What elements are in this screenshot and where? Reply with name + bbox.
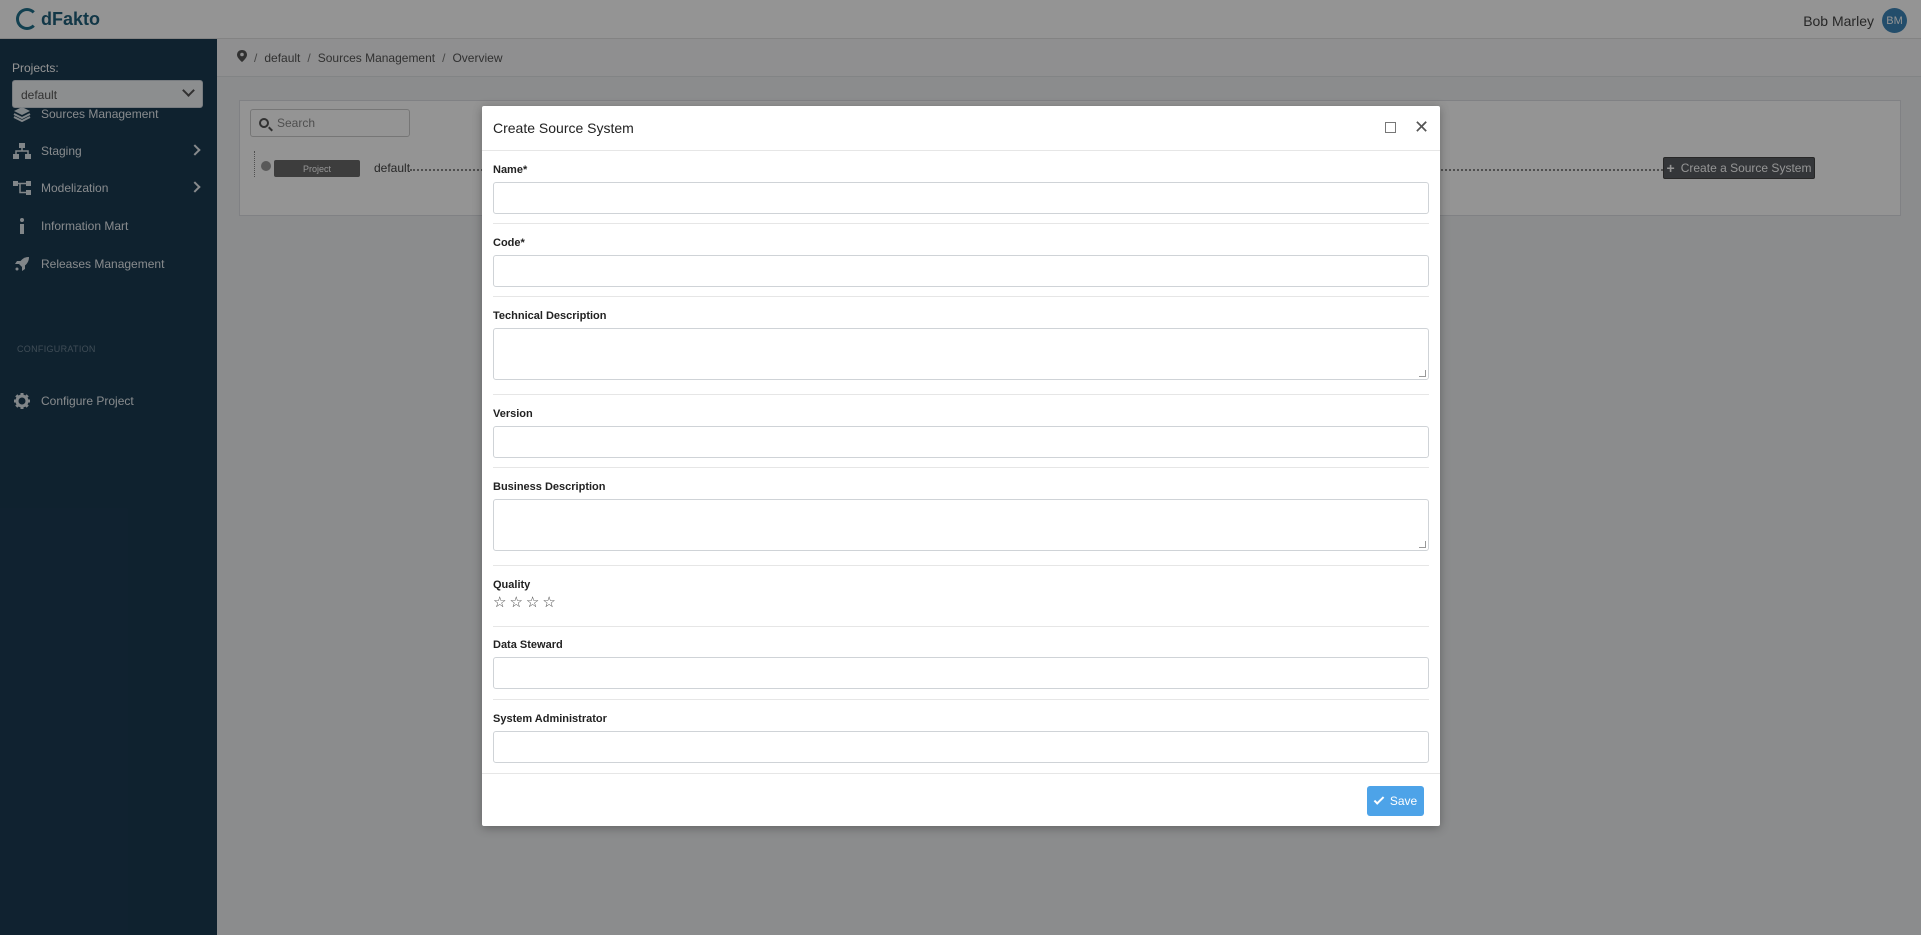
modal-header: Create Source System [482, 106, 1440, 151]
version-field[interactable] [493, 426, 1429, 458]
create-source-system-modal: Create Source System ✕ Name* Code* Techn… [482, 106, 1440, 826]
system-administrator-field[interactable] [493, 731, 1429, 763]
version-label: Version [493, 408, 533, 420]
quality-rating: ☆ ☆ ☆ ☆ [493, 595, 1429, 611]
star-icon[interactable]: ☆ [542, 595, 555, 611]
version-field-group: Version [493, 408, 1429, 458]
star-icon[interactable]: ☆ [493, 595, 506, 611]
business-description-textarea[interactable] [493, 499, 1429, 551]
code-field-group: Code* [493, 237, 1429, 287]
name-field-group: Name* [493, 164, 1429, 214]
name-field[interactable] [493, 182, 1429, 214]
data-steward-field[interactable] [493, 657, 1429, 689]
technical-description-label: Technical Description [493, 310, 607, 322]
business-description-field-group: Business Description [493, 481, 1429, 551]
star-icon[interactable]: ☆ [526, 595, 539, 611]
data-steward-field-group: Data Steward [493, 639, 1429, 689]
data-steward-label: Data Steward [493, 639, 563, 651]
save-label: Save [1389, 794, 1418, 808]
modal-footer: Save [482, 773, 1440, 826]
system-administrator-field-group: System Administrator [493, 713, 1429, 763]
quality-label: Quality [493, 579, 531, 591]
modal-title: Create Source System [493, 120, 634, 136]
technical-description-textarea[interactable] [493, 328, 1429, 380]
save-button[interactable]: Save [1367, 786, 1424, 816]
technical-description-field-group: Technical Description [493, 310, 1429, 380]
star-icon[interactable]: ☆ [509, 595, 522, 611]
business-description-label: Business Description [493, 481, 606, 493]
code-field[interactable] [493, 255, 1429, 287]
system-administrator-label: System Administrator [493, 713, 607, 725]
expand-icon[interactable] [1385, 122, 1396, 133]
check-icon [1373, 794, 1385, 805]
name-label: Name* [493, 164, 528, 176]
quality-field-group: Quality ☆ ☆ ☆ ☆ [493, 579, 1429, 611]
close-icon[interactable]: ✕ [1414, 118, 1429, 136]
code-label: Code* [493, 237, 525, 249]
